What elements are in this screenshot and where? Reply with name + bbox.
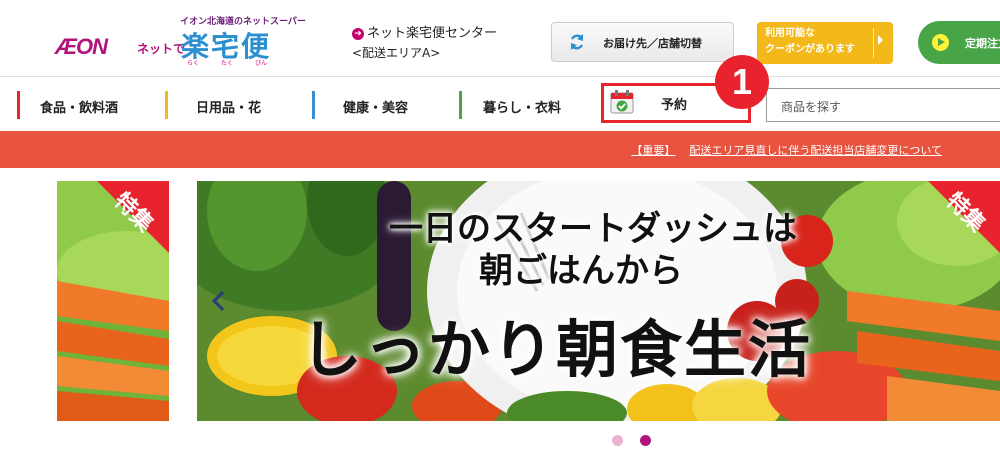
banner-main-headline: しっかり朝食生活 [300, 313, 813, 386]
calendar-check-icon [610, 90, 634, 114]
nav-color-bar [459, 91, 462, 119]
switch-delivery-store-button[interactable]: お届け先／店舗切替 [551, 22, 734, 62]
carousel-dot-1[interactable] [612, 435, 623, 446]
regular-order-button[interactable]: 定期注文 [918, 21, 1000, 64]
arrow-right-icon: ➜ [352, 28, 364, 40]
carousel-dot-2-active[interactable] [640, 435, 651, 446]
chevron-right-icon [878, 35, 883, 45]
aeon-logo: ÆON [55, 34, 108, 59]
nav-item-label: 健康・美容 [343, 101, 409, 116]
page: イオン北海道のネットスーパー ÆON ネットで 楽宅便 らく たく びん ➜ ネッ… [0, 0, 1000, 459]
refresh-icon [570, 34, 584, 50]
logo-ruby-1: らく [187, 60, 200, 67]
nav-item-health-beauty[interactable]: 健康・美容 [312, 91, 452, 119]
notice-text: 配送エリア見直しに伴う配送担当店舗変更について [689, 144, 942, 157]
coupon-button[interactable]: 利用可能な クーポンがあります [757, 22, 893, 64]
notice-bar: 【重要】 配送エリア見直しに伴う配送担当店舗変更について [0, 131, 1000, 168]
search-placeholder: 商品を探す [781, 100, 842, 114]
regular-order-label: 定期注文 [965, 37, 1000, 50]
important-notice-link[interactable]: 【重要】 配送エリア見直しに伴う配送担当店舗変更について [631, 142, 942, 158]
logo-ruby-2: たく [221, 60, 234, 67]
nav-item-household[interactable]: 日用品・花 [165, 91, 305, 119]
logo-prefix: ネットで [137, 42, 186, 56]
nav-color-bar [165, 91, 168, 119]
hero-banner[interactable]: 一日のスタートダッシュは 朝ごはんから しっかり朝食生活 特集 [197, 181, 1000, 421]
search-input[interactable]: 商品を探す [766, 88, 1000, 122]
site-logo[interactable]: イオン北海道のネットスーパー ÆON ネットで 楽宅便 らく たく びん [55, 10, 325, 70]
notice-tag: 【重要】 [631, 144, 676, 157]
site-header: イオン北海道のネットスーパー ÆON ネットで 楽宅便 らく たく びん ➜ ネッ… [0, 0, 1000, 76]
delivery-area-label: <配送エリアA> [352, 46, 441, 60]
coupon-label: 利用可能な クーポンがあります [765, 28, 855, 55]
carousel-pagination [612, 435, 662, 447]
nav-item-label: 暮らし・衣料 [483, 101, 562, 116]
nav-item-living-clothing[interactable]: 暮らし・衣料 [459, 91, 599, 119]
previous-slide-banner[interactable]: 特集 [57, 181, 169, 421]
coupon-divider [873, 28, 874, 58]
banner-headline-line2: 朝ごはんから [479, 251, 683, 291]
nav-item-label: 食品・飲料酒 [40, 101, 119, 116]
nav-item-label: 日用品・花 [196, 101, 262, 116]
nav-item-food[interactable]: 食品・飲料酒 [17, 91, 157, 119]
nav-color-bar [17, 91, 20, 119]
step-number-badge: 1 [715, 55, 769, 109]
delivery-center-name: ネット楽宅便センター [367, 26, 498, 41]
logo-ruby-3: びん [255, 60, 268, 67]
delivery-center-link[interactable]: ➜ ネット楽宅便センター [352, 22, 497, 41]
reservation-label: 予約 [661, 98, 688, 113]
switch-delivery-store-label: お届け先／店舗切替 [603, 37, 702, 50]
play-icon [932, 34, 949, 51]
nav-color-bar [312, 91, 315, 119]
